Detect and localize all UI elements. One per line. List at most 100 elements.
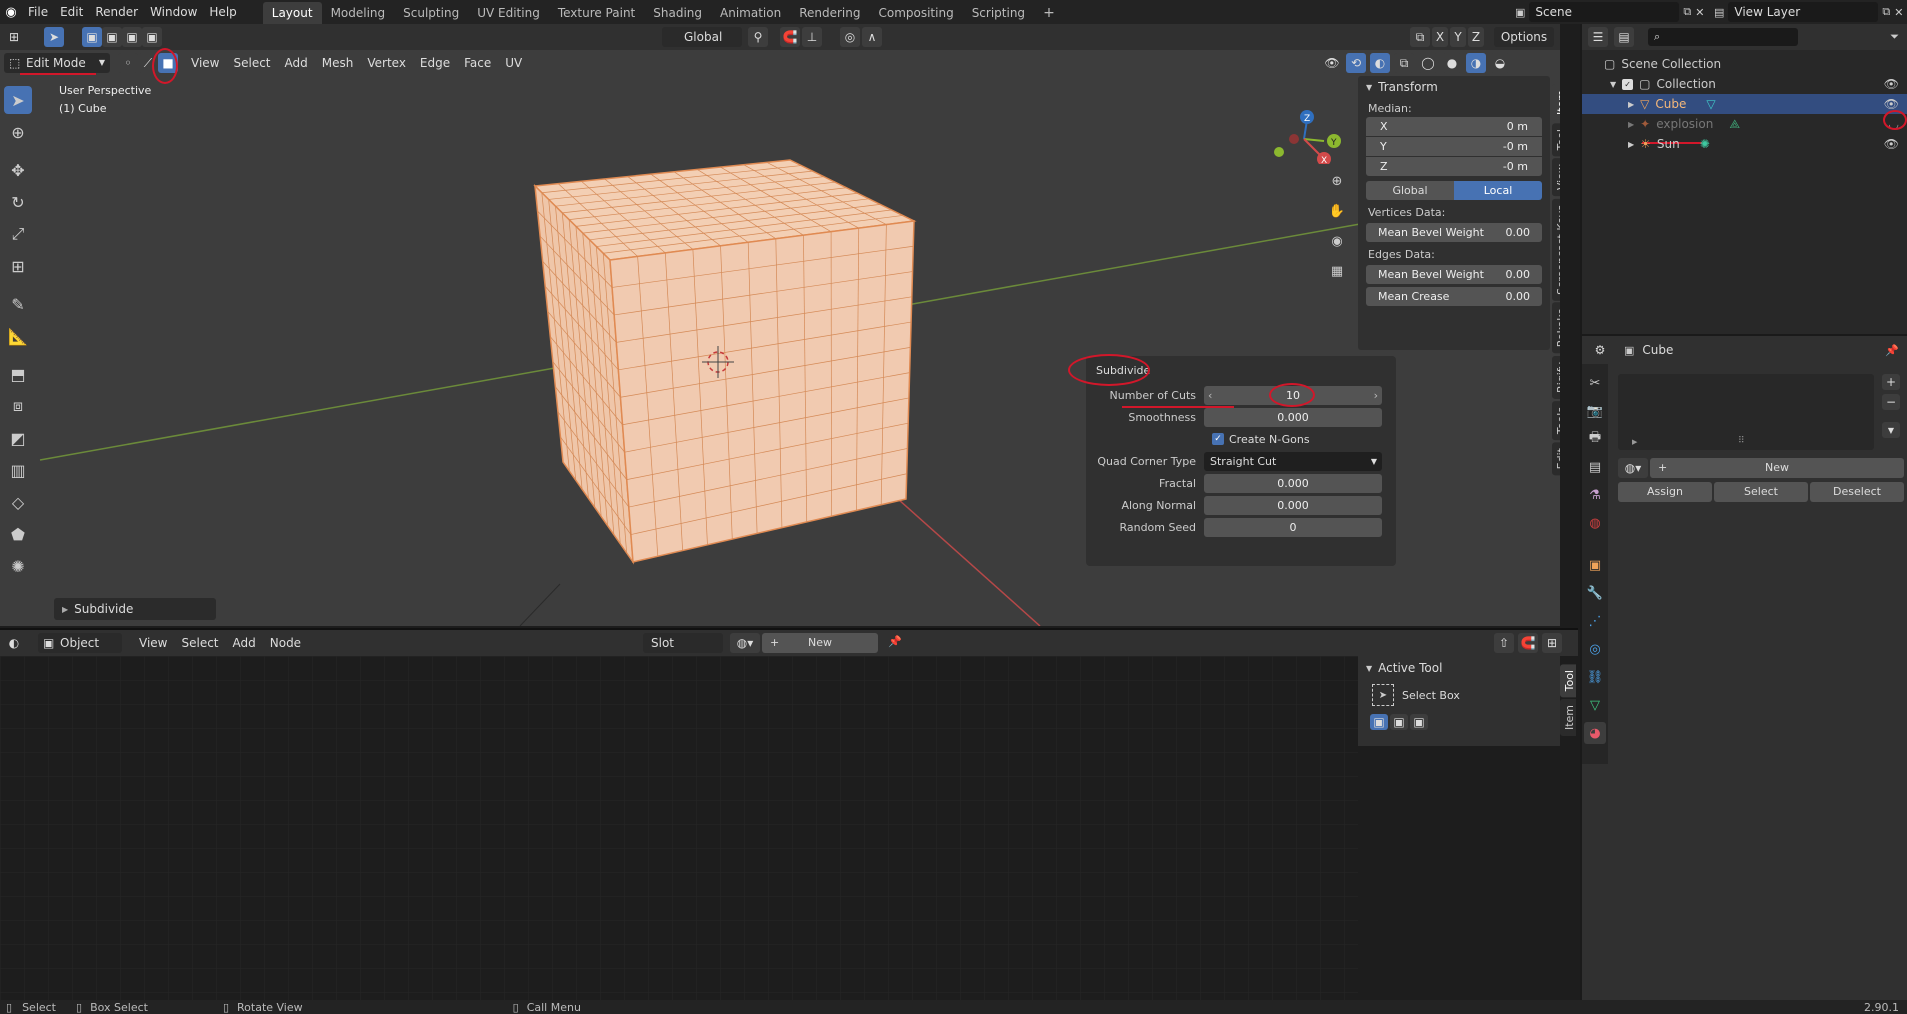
annotate-tool-icon[interactable]: ✎ xyxy=(4,290,32,318)
tab-compositing[interactable]: Compositing xyxy=(869,2,962,24)
mode-extend-icon[interactable]: ▣ xyxy=(1390,714,1408,730)
navigation-gizmo[interactable]: Z Y X xyxy=(1264,84,1344,185)
mode-dropdown[interactable]: ⬚ Edit Mode ▼ xyxy=(4,53,110,73)
median-x-field[interactable]: X 0 m xyxy=(1366,117,1542,136)
move-tool-icon[interactable]: ✥ xyxy=(4,156,32,184)
menu-edge[interactable]: Edge xyxy=(413,56,457,70)
material-shading-icon[interactable]: ◑ xyxy=(1466,53,1486,73)
wireframe-shading-icon[interactable]: ◯ xyxy=(1418,53,1438,73)
add-workspace-button[interactable]: + xyxy=(1034,2,1064,24)
outliner-collection[interactable]: ▼ ✓ ▢ Collection 👁 xyxy=(1582,74,1907,94)
inset-tool-icon[interactable]: ⧈ xyxy=(4,392,32,420)
create-ngons-checkbox[interactable]: ✓ xyxy=(1212,433,1224,445)
overlay-icon[interactable]: ◐ xyxy=(1370,53,1390,73)
select-button[interactable]: Select xyxy=(1714,482,1808,502)
menu-render[interactable]: Render xyxy=(89,0,144,24)
browse-material-icon[interactable]: ◍▾ xyxy=(1618,458,1648,478)
display-mode-icon[interactable]: ▤ xyxy=(1614,27,1634,47)
slot-menu-icon[interactable]: ▼ xyxy=(1882,422,1900,438)
falloff-icon[interactable]: ∧ xyxy=(862,27,882,47)
browse-material-icon[interactable]: ◍▾ xyxy=(730,633,760,653)
loop-cut-tool-icon[interactable]: ▥ xyxy=(4,456,32,484)
median-z-field[interactable]: Z -0 m xyxy=(1366,157,1542,176)
menu-edit[interactable]: Edit xyxy=(54,0,89,24)
tab-rendering[interactable]: Rendering xyxy=(790,2,869,24)
global-toggle[interactable]: Global xyxy=(1366,181,1454,200)
remove-slot-icon[interactable]: − xyxy=(1882,394,1900,410)
outliner-item-explosion[interactable]: ▶ ✦ explosion ⟁ ◡ xyxy=(1582,110,1907,134)
tool-tab-icon[interactable]: ✂ xyxy=(1584,372,1606,394)
view-layer-field[interactable]: View Layer xyxy=(1728,2,1879,22)
menu-file[interactable]: File xyxy=(22,0,54,24)
tab-modeling[interactable]: Modeling xyxy=(322,2,395,24)
tab-rigify[interactable]: Rigify xyxy=(1552,355,1560,399)
expand-arrow-icon[interactable]: ▶ xyxy=(1632,438,1637,446)
mirror-icon[interactable]: ⧉ xyxy=(1410,27,1430,47)
menu-window[interactable]: Window xyxy=(144,0,203,24)
snap-icon[interactable]: 🧲 xyxy=(1518,633,1538,653)
tab-uv-editing[interactable]: UV Editing xyxy=(468,2,549,24)
filter-icon[interactable]: ⏷ xyxy=(1890,30,1899,44)
new-material-button[interactable]: + New xyxy=(1650,458,1904,478)
eye-icon[interactable]: 👁 xyxy=(1884,97,1899,111)
shader-menu-view[interactable]: View xyxy=(132,636,174,650)
outliner-type-icon[interactable]: ☰ xyxy=(1588,27,1608,47)
random-seed-field[interactable]: 0 xyxy=(1204,517,1382,537)
tab-tool[interactable]: Tool xyxy=(1552,123,1560,157)
select-new-icon[interactable]: ▣ xyxy=(82,27,102,47)
select-invert-icon[interactable]: ▣ xyxy=(142,27,162,47)
blender-logo-icon[interactable]: ◉ xyxy=(0,5,22,20)
menu-uv[interactable]: UV xyxy=(498,56,529,70)
object-tab-icon[interactable]: ▣ xyxy=(1584,554,1606,576)
expand-arrow-icon[interactable]: ▶ xyxy=(1628,120,1634,129)
knife-tool-icon[interactable]: ◇ xyxy=(4,488,32,516)
tab-tool[interactable]: Tool xyxy=(1560,664,1576,698)
last-operator-panel[interactable]: ▶ Subdivide xyxy=(54,598,216,620)
outliner-item-sun[interactable]: ▶ ☀ Sun ✺ 👁 xyxy=(1582,134,1907,154)
mean-crease-field[interactable]: Mean Crease 0.00 xyxy=(1366,287,1542,306)
transform-tool-icon[interactable]: ⊞ xyxy=(4,252,32,280)
tab-layout[interactable]: Layout xyxy=(262,2,322,24)
smoothness-field[interactable]: 0.000 xyxy=(1204,407,1382,427)
parent-node-tree-icon[interactable]: ⇧ xyxy=(1494,633,1514,653)
median-y-field[interactable]: Y -0 m xyxy=(1366,137,1542,156)
material-tab-icon[interactable]: ◕ xyxy=(1584,722,1606,744)
outliner-scene-collection[interactable]: ▢ Scene Collection xyxy=(1582,54,1907,74)
orientation-dropdown[interactable]: Global xyxy=(662,27,742,47)
ortho-grid-icon[interactable]: ▦ xyxy=(1326,260,1348,282)
mode-set-icon[interactable]: ▣ xyxy=(1370,714,1388,730)
shader-menu-node[interactable]: Node xyxy=(263,636,308,650)
editor-type-icon[interactable]: ◐ xyxy=(4,633,24,653)
fractal-field[interactable]: 0.000 xyxy=(1204,473,1382,493)
quad-corner-type-dropdown[interactable]: Straight Cut ▼ xyxy=(1204,451,1382,471)
menu-add[interactable]: Add xyxy=(278,56,315,70)
mirror-x-toggle[interactable]: X xyxy=(1432,27,1448,47)
vertex-select-icon[interactable]: ◦ xyxy=(118,53,138,73)
modifier-tab-icon[interactable]: 🔧 xyxy=(1584,582,1606,604)
shader-editor[interactable]: ◐ ▣ Object View Select Add Node Slot ◍▾ … xyxy=(0,628,1578,1000)
number-of-cuts-field[interactable]: ‹ 10 › xyxy=(1204,382,1382,407)
add-slot-icon[interactable]: + xyxy=(1882,374,1900,390)
edge-bevel-weight-field[interactable]: Mean Bevel Weight 0.00 xyxy=(1366,265,1542,284)
bevel-tool-icon[interactable]: ◩ xyxy=(4,424,32,452)
scale-tool-icon[interactable]: ⤢ xyxy=(4,220,32,248)
snap-increment-icon[interactable]: ⊥ xyxy=(802,27,822,47)
tab-scripting[interactable]: Scripting xyxy=(963,2,1034,24)
along-normal-field[interactable]: 0.000 xyxy=(1204,495,1382,515)
snap-element-icon[interactable]: ⊞ xyxy=(1542,633,1562,653)
gizmo-icon[interactable]: ⟲ xyxy=(1346,53,1366,73)
new-view-layer-icon[interactable]: ⧉ xyxy=(1882,5,1890,19)
tab-view[interactable]: View xyxy=(1552,158,1560,197)
increment-icon[interactable]: › xyxy=(1374,386,1378,405)
tab-shading[interactable]: Shading xyxy=(644,2,711,24)
menu-vertex[interactable]: Vertex xyxy=(360,56,413,70)
new-scene-icon[interactable]: ⧉ xyxy=(1683,5,1691,19)
constraints-tab-icon[interactable]: ⛓ xyxy=(1584,666,1606,688)
material-slot-list[interactable]: ▶ ⠿ xyxy=(1618,374,1874,450)
eye-icon[interactable]: 👁 xyxy=(1884,137,1899,151)
select-box-tool-icon[interactable]: ➤ xyxy=(4,86,32,114)
tab-tools[interactable]: Tools xyxy=(1552,400,1560,440)
scene-icon[interactable]: ▣ xyxy=(1515,6,1525,19)
tab-screencast-keys[interactable]: Screencast Keys xyxy=(1552,198,1560,301)
menu-mesh[interactable]: Mesh xyxy=(315,56,361,70)
